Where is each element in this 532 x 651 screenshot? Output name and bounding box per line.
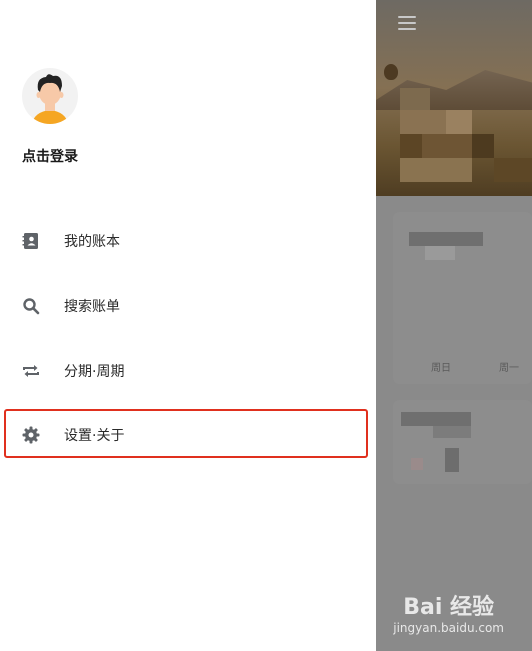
mosaic-block bbox=[425, 246, 455, 260]
watermark-domain: jingyan.baidu.com bbox=[393, 621, 504, 635]
mosaic-block bbox=[411, 458, 423, 470]
mosaic-block bbox=[400, 110, 446, 134]
mosaic-block bbox=[401, 412, 471, 426]
mosaic-block bbox=[433, 426, 471, 438]
contacts-book-icon bbox=[22, 232, 40, 250]
mosaic-block bbox=[446, 110, 472, 134]
mosaic-block bbox=[400, 88, 430, 110]
user-avatar-icon bbox=[32, 74, 68, 124]
balloon-shape bbox=[384, 64, 398, 80]
weekday-label: 周一 bbox=[499, 363, 519, 374]
mosaic-block bbox=[472, 134, 494, 158]
mosaic-block bbox=[409, 232, 483, 246]
mosaic-block bbox=[400, 158, 472, 182]
navigation-drawer: 点击登录 我的账本 搜索账单 分期·周期 设置·关于 bbox=[0, 0, 376, 651]
menu-item-search-bills[interactable]: 搜索账单 bbox=[0, 282, 376, 330]
menu-item-my-ledger[interactable]: 我的账本 bbox=[0, 217, 376, 265]
baidu-watermark: Bai 经验 jingyan.baidu.com bbox=[393, 589, 504, 635]
menu-item-label: 搜索账单 bbox=[64, 299, 120, 315]
menu-item-installments[interactable]: 分期·周期 bbox=[0, 347, 376, 395]
watermark-brand: Bai 经验 bbox=[403, 595, 495, 620]
repeat-icon bbox=[22, 362, 40, 380]
background-card bbox=[393, 400, 532, 484]
mosaic-block bbox=[422, 134, 472, 158]
hamburger-icon bbox=[398, 16, 416, 30]
avatar[interactable] bbox=[22, 68, 78, 124]
mosaic-block bbox=[400, 134, 422, 158]
weekday-label: 周日 bbox=[431, 363, 451, 374]
login-link[interactable]: 点击登录 bbox=[22, 146, 78, 166]
mosaic-block bbox=[445, 448, 459, 472]
menu-item-label: 分期·周期 bbox=[64, 364, 125, 380]
search-icon bbox=[22, 297, 40, 315]
menu-item-label: 我的账本 bbox=[64, 234, 120, 250]
mosaic-block bbox=[494, 158, 532, 182]
highlight-annotation bbox=[4, 409, 368, 458]
